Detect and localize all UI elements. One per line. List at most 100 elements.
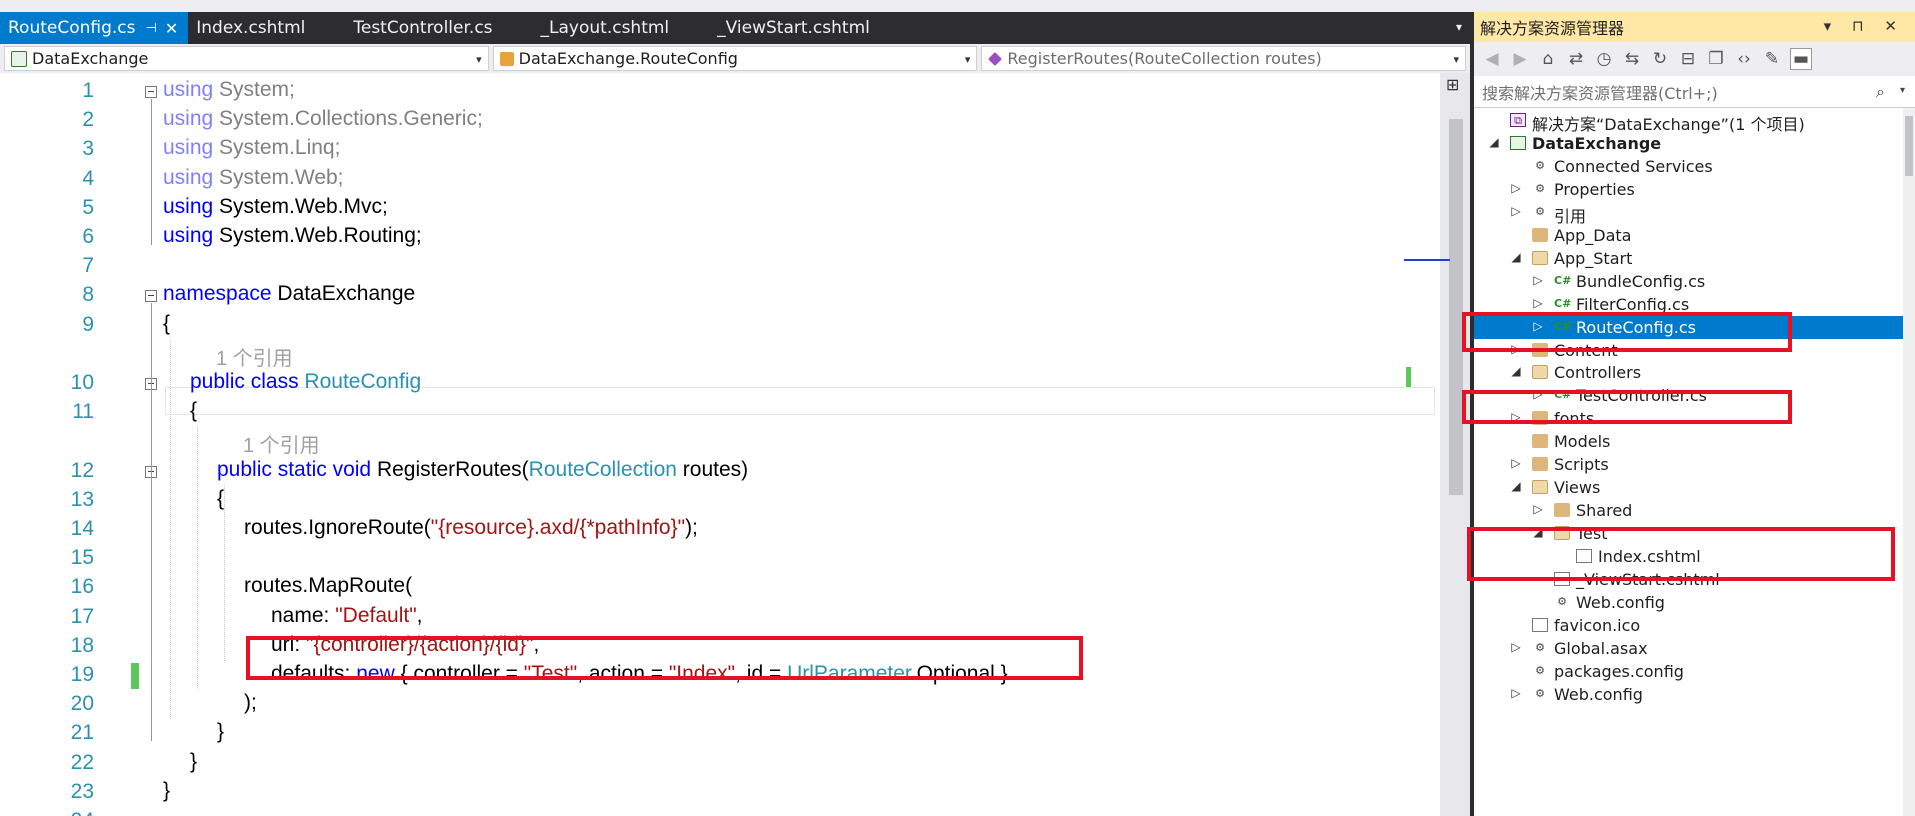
- line-number: 10: [70, 371, 94, 394]
- fold-line: [151, 303, 152, 742]
- code-line: 11 {: [0, 398, 1440, 427]
- project-dropdown-value: DataExchange: [32, 49, 149, 68]
- pin-icon[interactable]: ⊣: [146, 21, 157, 36]
- code-icon[interactable]: ‹›: [1734, 49, 1754, 69]
- tab-testcontroller-cs[interactable]: TestController.cs: [345, 12, 532, 44]
- expand-arrow-icon[interactable]: ▷: [1532, 296, 1544, 310]
- tree-item-label: FilterConfig.cs: [1576, 294, 1690, 314]
- tree-item-label: Global.asax: [1554, 638, 1648, 658]
- editor-vertical-scrollbar[interactable]: ⊞: [1404, 73, 1470, 816]
- code-text: {: [163, 312, 170, 336]
- tree-item[interactable]: ⚙ packages.config: [1474, 660, 1903, 683]
- code-text: name: "Default",: [271, 604, 423, 628]
- expand-arrow-icon[interactable]: ▷: [1510, 204, 1522, 218]
- collapse-icon[interactable]: [145, 290, 157, 303]
- change-marker: [1406, 367, 1411, 387]
- code-token: class: [250, 370, 299, 393]
- collapse-arrow-icon[interactable]: ◢: [1488, 135, 1500, 149]
- tree-item[interactable]: App_Data: [1474, 224, 1903, 247]
- tree-item[interactable]: favicon.ico: [1474, 614, 1903, 637]
- code-token: DataExchange: [271, 282, 416, 306]
- class-icon: [499, 51, 514, 66]
- expand-arrow-icon[interactable]: ▷: [1510, 686, 1522, 700]
- tree-item-label: Scripts: [1554, 455, 1609, 475]
- expand-arrow-icon[interactable]: ▷: [1510, 640, 1522, 654]
- forward-icon[interactable]: ▶: [1510, 49, 1530, 69]
- code-token: );: [685, 516, 698, 539]
- tree-item[interactable]: ⚙ Web.config: [1474, 591, 1903, 614]
- line-number: 20: [70, 692, 94, 716]
- code-token: RouteConfig: [304, 370, 422, 393]
- tree-item[interactable]: ◢ App_Start: [1474, 247, 1903, 270]
- chevron-down-icon[interactable]: ▾: [1900, 85, 1905, 96]
- tree-item[interactable]: ◢ DataExchange: [1474, 132, 1903, 155]
- split-icon[interactable]: ⊞: [1446, 75, 1459, 94]
- solution-explorer-search-input[interactable]: 搜索解决方案资源管理器(Ctrl+;) ⌕ ▾: [1474, 76, 1915, 108]
- expand-arrow-icon[interactable]: ▷: [1510, 456, 1522, 470]
- code-text: }: [190, 750, 197, 774]
- pin-active-icon[interactable]: ▬: [1790, 48, 1812, 70]
- tree-item[interactable]: ▷ ⚙ Properties: [1474, 178, 1903, 201]
- copy-icon[interactable]: ❐: [1706, 49, 1726, 69]
- member-dropdown[interactable]: RegisterRoutes(RouteCollection routes) ▾: [981, 46, 1467, 71]
- close-icon[interactable]: ✕: [165, 19, 178, 38]
- folder-icon: [1532, 457, 1548, 472]
- home-icon[interactable]: ⌂: [1538, 49, 1558, 69]
- collapse-icon[interactable]: [145, 86, 157, 98]
- refresh-icon[interactable]: ↻: [1650, 49, 1670, 69]
- back-icon[interactable]: ◀: [1482, 49, 1502, 69]
- scrollbar-thumb[interactable]: [1449, 119, 1463, 495]
- tab-routeconfig-cs[interactable]: RouteConfig.cs ⊣ ✕: [0, 12, 189, 44]
- tree-item[interactable]: ▷ ⚙ Global.asax: [1474, 637, 1903, 660]
- collapse-arrow-icon[interactable]: ◢: [1510, 250, 1522, 264]
- history-icon[interactable]: ◷: [1594, 49, 1614, 69]
- tree-item[interactable]: ▷ Scripts: [1474, 453, 1903, 476]
- collapse-icon[interactable]: ⊟: [1678, 49, 1698, 69]
- tab-overflow-icon[interactable]: ▾: [1456, 20, 1462, 34]
- tree-item[interactable]: ▷ ⚙ 引用: [1474, 201, 1903, 226]
- code-text: {: [217, 487, 224, 511]
- project-dropdown[interactable]: DataExchange ▾: [4, 46, 489, 71]
- reference-count[interactable]: 1 个引用: [216, 342, 293, 371]
- tree-item[interactable]: ▷ C# BundleConfig.cs: [1474, 270, 1903, 293]
- line-number: 15: [70, 546, 94, 570]
- tree-item[interactable]: ▷ Shared: [1474, 499, 1903, 522]
- tree-item[interactable]: ◢ Controllers: [1474, 361, 1903, 384]
- code-editor[interactable]: 1 using System; 2 using System.Collections.…: [0, 73, 1470, 816]
- scrollbar-thumb[interactable]: [1905, 116, 1913, 176]
- wrench-icon[interactable]: ✎: [1762, 49, 1782, 69]
- solution-tree-scrollbar[interactable]: [1903, 108, 1915, 816]
- window-controls-icon[interactable]: ▾ ⊓ ✕: [1824, 17, 1905, 35]
- tree-item[interactable]: ▷ ⚙ Web.config: [1474, 683, 1903, 706]
- line-number: 11: [72, 400, 94, 424]
- solution-tree[interactable]: ⧉ 解决方案“DataExchange”(1 个项目) ◢ DataExchange ⚙…: [1474, 108, 1915, 816]
- switch-icon[interactable]: ⇆: [1622, 49, 1642, 69]
- sync-icon[interactable]: ⇄: [1566, 49, 1586, 69]
- collapse-arrow-icon[interactable]: ◢: [1510, 364, 1522, 378]
- tab--layout-cshtml[interactable]: _Layout.cshtml: [533, 12, 710, 44]
- code-token: void: [332, 457, 372, 481]
- tab--viewstart-cshtml[interactable]: _ViewStart.cshtml: [709, 12, 910, 44]
- code-text: routes.MapRoute(: [244, 574, 412, 598]
- type-dropdown[interactable]: DataExchange.RouteConfig ▾: [492, 46, 978, 71]
- reference-codelens[interactable]: 1 个引用: [0, 340, 1440, 371]
- tree-item[interactable]: ⚙ Connected Services: [1474, 155, 1903, 178]
- tab-index-cshtml[interactable]: Index.cshtml: [188, 12, 345, 44]
- tree-item[interactable]: Models: [1474, 430, 1903, 453]
- reference-count[interactable]: 1 个引用: [243, 429, 320, 458]
- tab-label: RouteConfig.cs: [8, 18, 136, 38]
- document-tab-bar: RouteConfig.cs ⊣ ✕ Index.cshtml TestControll…: [0, 12, 1470, 44]
- code-token: ,: [416, 603, 423, 627]
- expand-arrow-icon[interactable]: ▷: [1532, 273, 1544, 287]
- search-icon[interactable]: ⌕: [1876, 82, 1885, 102]
- member-dropdown-value: RegisterRoutes(RouteCollection routes): [1007, 49, 1322, 68]
- expand-arrow-icon[interactable]: ▷: [1510, 181, 1522, 195]
- highlight-box-routeconfig: [1462, 312, 1792, 352]
- reference-codelens[interactable]: 1 个引用: [0, 427, 1440, 458]
- collapse-arrow-icon[interactable]: ◢: [1510, 479, 1522, 493]
- solution-explorer-title: 解决方案资源管理器 ▾ ⊓ ✕: [1474, 12, 1915, 42]
- tree-item[interactable]: ◢ Views: [1474, 476, 1903, 499]
- expand-arrow-icon[interactable]: ▷: [1532, 502, 1544, 516]
- csharp-file-icon: C#: [1554, 273, 1572, 287]
- tree-item[interactable]: ⧉ 解决方案“DataExchange”(1 个项目): [1474, 109, 1903, 134]
